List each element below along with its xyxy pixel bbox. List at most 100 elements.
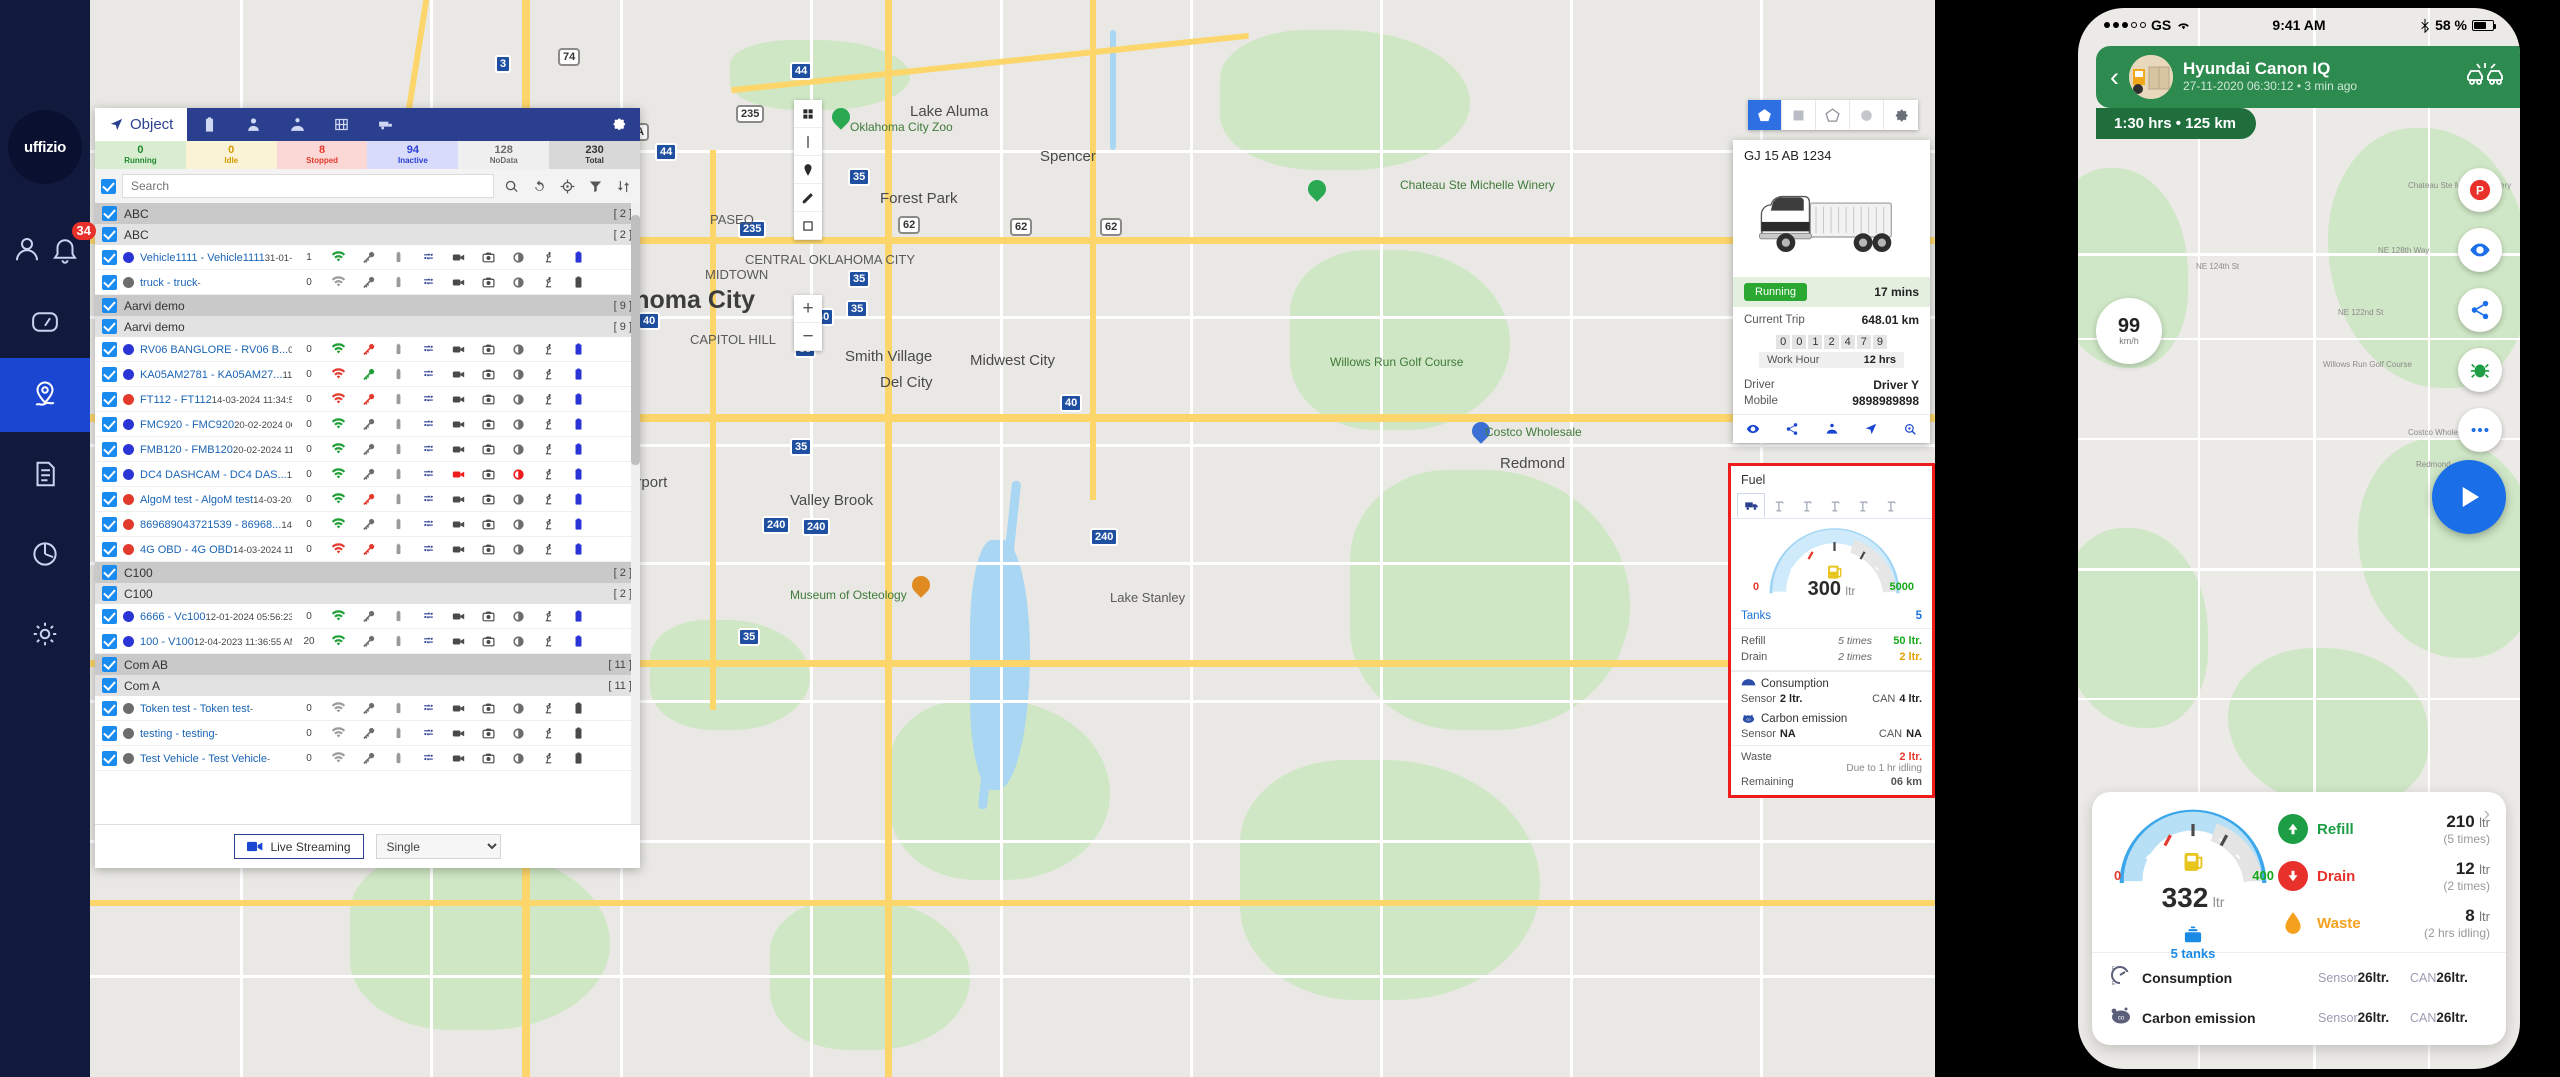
battery-cell[interactable] bbox=[386, 543, 410, 556]
immobilize-cell[interactable] bbox=[536, 468, 560, 481]
table-row[interactable]: KA05AM2781 - KA05AM27...11-03-2024 12:50… bbox=[95, 362, 640, 387]
video-cell[interactable] bbox=[446, 368, 470, 381]
row-checkbox[interactable] bbox=[102, 367, 117, 382]
sidebar-item-settings[interactable] bbox=[0, 597, 90, 671]
group-row[interactable]: ABC[ 2 ] bbox=[95, 224, 640, 245]
video-cell[interactable] bbox=[446, 343, 470, 356]
row-checkbox[interactable] bbox=[102, 542, 117, 557]
group-row[interactable]: C100[ 2 ] bbox=[95, 562, 640, 583]
shape-square-button[interactable] bbox=[1782, 100, 1816, 130]
key-cell[interactable] bbox=[356, 635, 380, 648]
camera-cell[interactable] bbox=[476, 418, 500, 431]
sos-cell[interactable] bbox=[506, 493, 530, 506]
video-cell[interactable] bbox=[446, 468, 470, 481]
search-button[interactable] bbox=[500, 179, 522, 194]
wifi-cell[interactable] bbox=[326, 702, 350, 715]
tab-trailer[interactable] bbox=[363, 108, 407, 141]
table-row[interactable]: 100 - V10012-04-2023 11:36:55 AM20 bbox=[95, 629, 640, 654]
wifi-cell[interactable] bbox=[326, 443, 350, 456]
group-checkbox[interactable] bbox=[102, 678, 117, 693]
group-row[interactable]: Aarvi demo[ 9 ] bbox=[95, 316, 640, 337]
key-cell[interactable] bbox=[356, 610, 380, 623]
wifi-cell[interactable] bbox=[326, 518, 350, 531]
status-cell-inactive[interactable]: 94Inactive bbox=[367, 141, 458, 169]
view-button[interactable] bbox=[1733, 415, 1772, 443]
battery-cell[interactable] bbox=[386, 343, 410, 356]
io-cell[interactable] bbox=[416, 518, 440, 531]
zoom-in-button[interactable]: + bbox=[794, 295, 822, 323]
table-row[interactable]: DC4 DASHCAM - DC4 DAS...11-03-2024 06:47… bbox=[95, 462, 640, 487]
row-checkbox[interactable] bbox=[102, 609, 117, 624]
immobilize-cell[interactable] bbox=[536, 393, 560, 406]
immobilize-cell[interactable] bbox=[536, 276, 560, 289]
document-cell[interactable] bbox=[566, 368, 590, 381]
document-cell[interactable] bbox=[566, 343, 590, 356]
tab-grid[interactable] bbox=[319, 108, 363, 141]
immobilize-cell[interactable] bbox=[536, 443, 560, 456]
sos-cell[interactable] bbox=[506, 468, 530, 481]
shape-circle-button[interactable] bbox=[1850, 100, 1884, 130]
fuel-tab-sensor-3[interactable] bbox=[1821, 493, 1849, 518]
group-checkbox[interactable] bbox=[102, 586, 117, 601]
io-cell[interactable] bbox=[416, 610, 440, 623]
status-cell-stopped[interactable]: 8Stopped bbox=[277, 141, 368, 169]
immobilize-cell[interactable] bbox=[536, 343, 560, 356]
io-cell[interactable] bbox=[416, 343, 440, 356]
camera-cell[interactable] bbox=[476, 635, 500, 648]
battery-cell[interactable] bbox=[386, 752, 410, 765]
camera-cell[interactable] bbox=[476, 610, 500, 623]
key-cell[interactable] bbox=[356, 752, 380, 765]
camera-cell[interactable] bbox=[476, 468, 500, 481]
key-cell[interactable] bbox=[356, 518, 380, 531]
document-cell[interactable] bbox=[566, 443, 590, 456]
row-checkbox[interactable] bbox=[102, 701, 117, 716]
video-cell[interactable] bbox=[446, 443, 470, 456]
play-fab[interactable] bbox=[2432, 460, 2506, 534]
row-checkbox[interactable] bbox=[102, 517, 117, 532]
camera-cell[interactable] bbox=[476, 543, 500, 556]
document-cell[interactable] bbox=[566, 276, 590, 289]
io-cell[interactable] bbox=[416, 368, 440, 381]
document-cell[interactable] bbox=[566, 635, 590, 648]
group-row[interactable]: Com AB[ 11 ] bbox=[95, 654, 640, 675]
camera-cell[interactable] bbox=[476, 393, 500, 406]
wifi-cell[interactable] bbox=[326, 493, 350, 506]
row-checkbox[interactable] bbox=[102, 392, 117, 407]
sos-cell[interactable] bbox=[506, 343, 530, 356]
battery-cell[interactable] bbox=[386, 468, 410, 481]
immobilize-cell[interactable] bbox=[536, 368, 560, 381]
sidebar-item-reports[interactable] bbox=[0, 437, 90, 511]
key-cell[interactable] bbox=[356, 443, 380, 456]
sos-cell[interactable] bbox=[506, 418, 530, 431]
table-row[interactable]: truck - truck-0 bbox=[95, 270, 640, 295]
sos-cell[interactable] bbox=[506, 543, 530, 556]
map-poi[interactable] bbox=[832, 108, 850, 131]
key-cell[interactable] bbox=[356, 493, 380, 506]
expand-chevron-icon[interactable]: › bbox=[2484, 804, 2490, 826]
key-cell[interactable] bbox=[356, 418, 380, 431]
camera-cell[interactable] bbox=[476, 518, 500, 531]
row-checkbox[interactable] bbox=[102, 417, 117, 432]
video-cell[interactable] bbox=[446, 393, 470, 406]
live-streaming-button[interactable]: Live Streaming bbox=[234, 834, 363, 859]
status-cell-idle[interactable]: 0Idle bbox=[186, 141, 277, 169]
table-row[interactable]: Token test - Token test-0 bbox=[95, 696, 640, 721]
table-row[interactable]: 4G OBD - 4G OBD14-03-2024 11:35:15 AM0 bbox=[95, 537, 640, 562]
video-cell[interactable] bbox=[446, 251, 470, 264]
row-checkbox[interactable] bbox=[102, 726, 117, 741]
camera-cell[interactable] bbox=[476, 443, 500, 456]
sos-cell[interactable] bbox=[506, 518, 530, 531]
filter-button[interactable] bbox=[584, 179, 606, 194]
row-checkbox[interactable] bbox=[102, 751, 117, 766]
battery-cell[interactable] bbox=[386, 443, 410, 456]
stream-mode-select[interactable]: Single bbox=[376, 834, 501, 859]
io-cell[interactable] bbox=[416, 727, 440, 740]
status-cell-nodata[interactable]: 128NoData bbox=[458, 141, 549, 169]
sidebar-item-analytics[interactable] bbox=[0, 517, 90, 591]
key-cell[interactable] bbox=[356, 543, 380, 556]
camera-cell[interactable] bbox=[476, 251, 500, 264]
video-cell[interactable] bbox=[446, 518, 470, 531]
camera-cell[interactable] bbox=[476, 276, 500, 289]
document-cell[interactable] bbox=[566, 752, 590, 765]
group-row[interactable]: C100[ 2 ] bbox=[95, 583, 640, 604]
